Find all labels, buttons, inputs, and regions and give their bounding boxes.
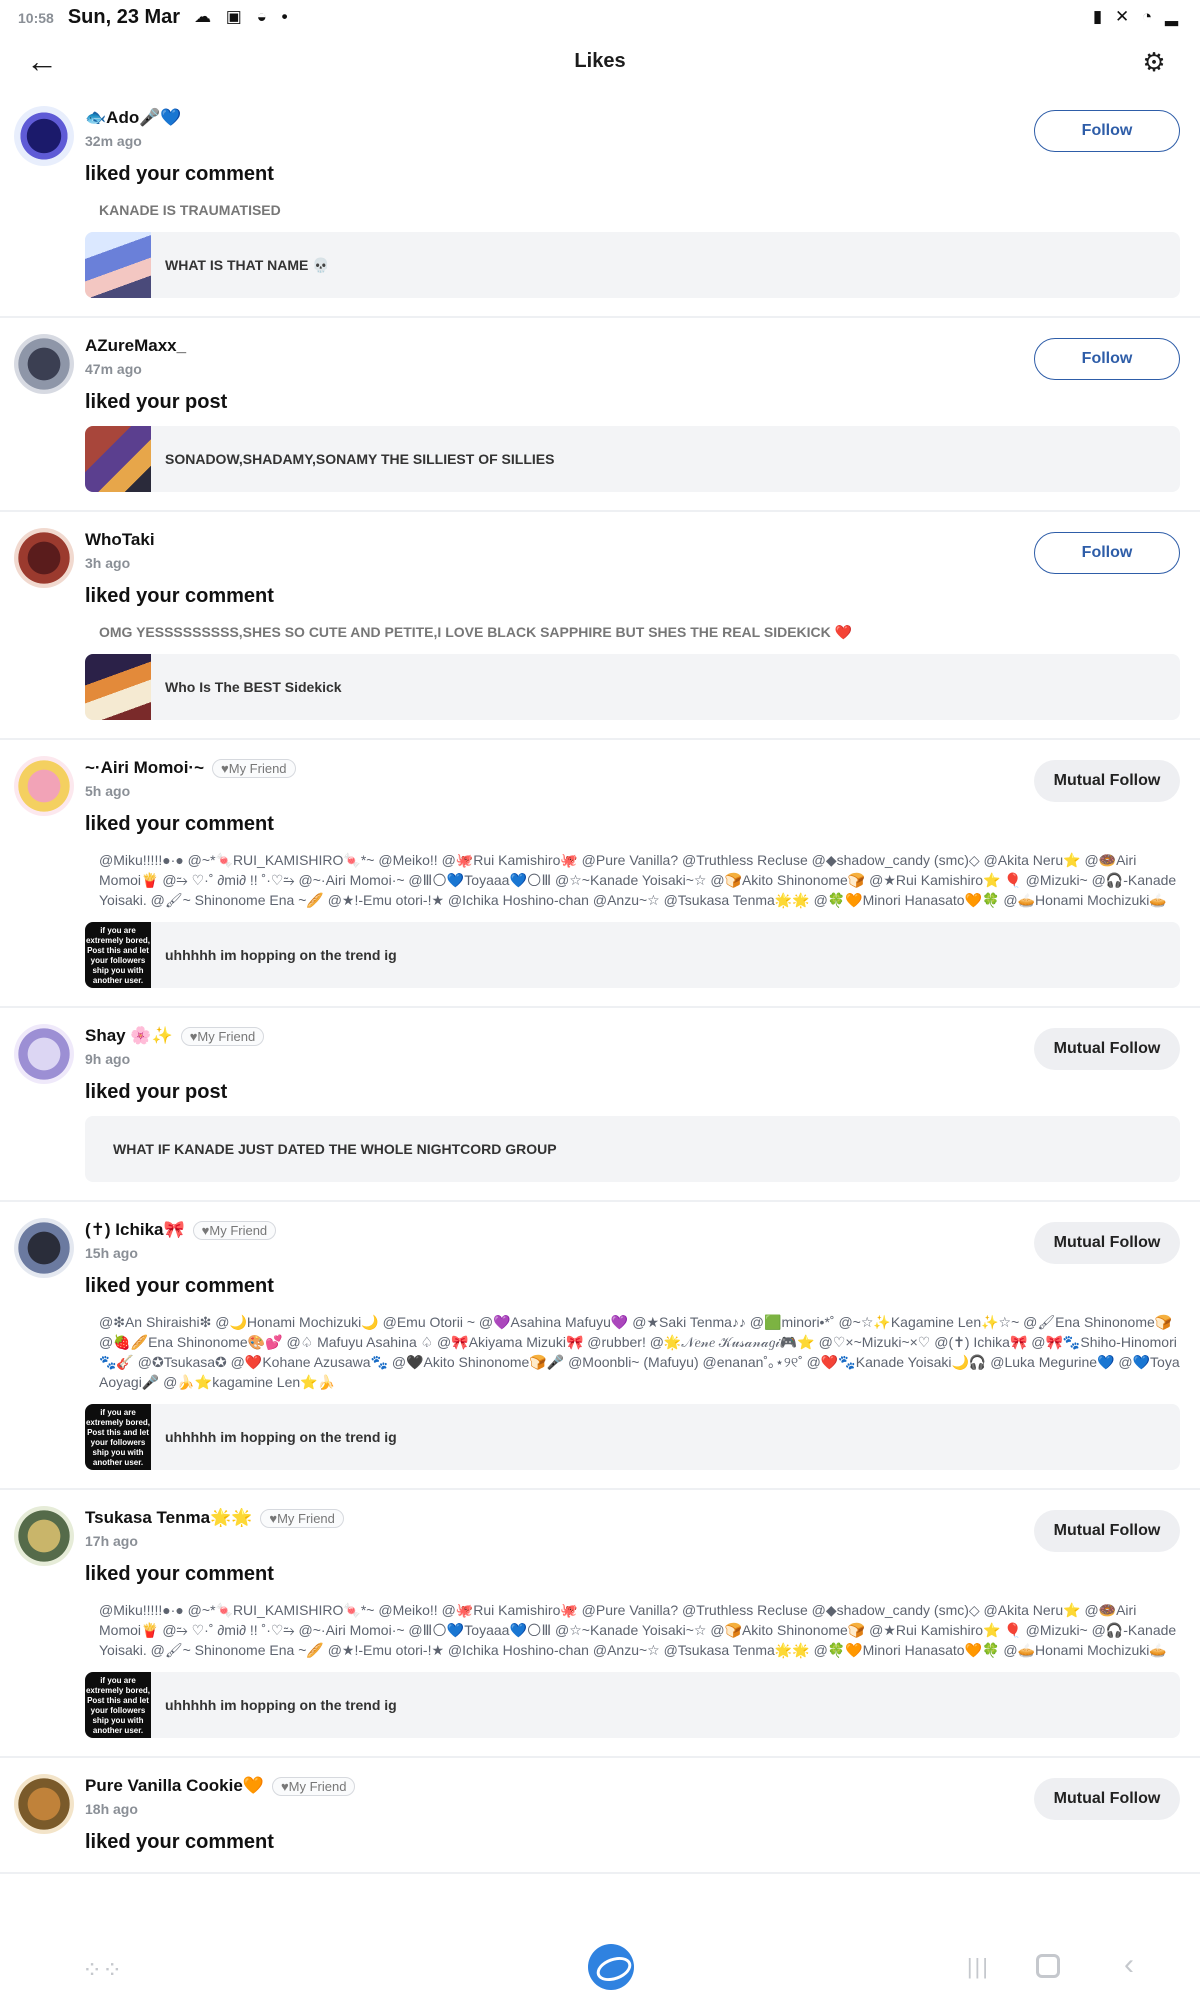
user-name[interactable]: ~·Airi Momoi·~ (85, 758, 204, 778)
post-thumbnail (85, 426, 151, 492)
system-navigation-bar: ⁘⁘ ||| ‹ (0, 1938, 1200, 2000)
timestamp: 17h ago (85, 1533, 138, 1549)
post-title: Who Is The BEST Sidekick (165, 679, 342, 695)
friend-badge: ♥My Friend (212, 758, 296, 778)
post-title: WHAT IS THAT NAME 💀 (165, 256, 330, 273)
mutual-follow-button[interactable]: Mutual Follow (1034, 1028, 1180, 1070)
post-preview[interactable]: if you are extremely bored, Post this an… (85, 1404, 1180, 1470)
avatar[interactable] (14, 756, 74, 816)
like-item[interactable]: WhoTaki 3h ago liked your comment OMG YE… (0, 512, 1200, 740)
like-item[interactable]: Shay 🌸✨ ♥My Friend 9h ago liked your pos… (0, 1008, 1200, 1202)
user-name[interactable]: AZureMaxx_ (85, 336, 186, 356)
avatar[interactable] (14, 1774, 74, 1834)
mutual-follow-button[interactable]: Mutual Follow (1034, 1510, 1180, 1552)
home-icon[interactable] (1036, 1954, 1060, 1978)
browser-app-icon[interactable] (588, 1944, 634, 1990)
user-name[interactable]: Shay 🌸✨ (85, 1026, 173, 1046)
avatar[interactable] (14, 106, 74, 166)
user-name[interactable]: WhoTaki (85, 530, 155, 550)
user-name[interactable]: (✝) Ichika🎀 (85, 1220, 185, 1240)
apps-grid-icon[interactable]: ⁘⁘ (82, 1956, 122, 1985)
page-title: Likes (574, 49, 626, 72)
like-item[interactable]: ~·Airi Momoi·~ ♥My Friend 5h ago liked y… (0, 740, 1200, 1008)
avatar[interactable] (14, 1506, 74, 1566)
follow-button[interactable]: Follow (1034, 110, 1180, 152)
avatar[interactable] (14, 528, 74, 588)
follow-button[interactable]: Follow (1034, 338, 1180, 380)
timestamp: 3h ago (85, 555, 131, 571)
app-header: ← Likes ⚙ (0, 34, 1200, 88)
comment-text: KANADE IS TRAUMATISED (99, 202, 281, 218)
like-item[interactable]: Pure Vanilla Cookie🧡 ♥My Friend 18h ago … (0, 1758, 1200, 1874)
post-thumbnail: if you are extremely bored, Post this an… (85, 922, 151, 988)
activity-text: liked your comment (85, 1275, 274, 1297)
nav-back-icon[interactable]: ‹ (1124, 1948, 1134, 1982)
timestamp: 15h ago (85, 1245, 138, 1261)
comment-text: @❇An Shiraishi❇ @🌙Honami Mochizuki🌙 @Emu… (99, 1314, 1180, 1390)
mutual-follow-button[interactable]: Mutual Follow (1034, 760, 1180, 802)
avatar[interactable] (14, 334, 74, 394)
mutual-follow-button[interactable]: Mutual Follow (1034, 1778, 1180, 1820)
timestamp: 32m ago (85, 133, 142, 149)
post-preview[interactable]: if you are extremely bored, Post this an… (85, 1672, 1180, 1738)
activity-text: liked your comment (85, 813, 274, 835)
activity-text: liked your post (85, 1081, 228, 1103)
post-preview[interactable]: WHAT IF KANADE JUST DATED THE WHOLE NIGH… (85, 1116, 1180, 1182)
friend-badge: ♥My Friend (271, 1776, 356, 1796)
activity-text: liked your post (85, 391, 228, 413)
timestamp: 9h ago (85, 1051, 131, 1067)
settings-icon[interactable]: ⚙ (1138, 46, 1170, 78)
post-title: SONADOW,SHADAMY,SONAMY THE SILLIEST OF S… (165, 451, 555, 467)
post-preview[interactable]: WHAT IS THAT NAME 💀 (85, 232, 1180, 298)
status-time: 10:58 (18, 9, 54, 26)
post-title: uhhhhh im hopping on the trend ig (165, 947, 397, 963)
avatar[interactable] (14, 1218, 74, 1278)
mutual-follow-button[interactable]: Mutual Follow (1034, 1222, 1180, 1264)
user-name[interactable]: Pure Vanilla Cookie🧡 (85, 1776, 264, 1796)
likes-list[interactable]: 🐟Ado🎤💙 32m ago liked your comment KANADE… (0, 90, 1200, 1935)
system-status-icons: ▮ ✕ ◔ ▂ (1092, 7, 1182, 26)
status-date: Sun, 23 Mar (67, 5, 181, 28)
friend-badge: ♥My Friend (192, 1220, 277, 1240)
post-preview[interactable]: Who Is The BEST Sidekick (85, 654, 1180, 720)
post-title: uhhhhh im hopping on the trend ig (165, 1697, 397, 1713)
activity-text: liked your comment (85, 1831, 274, 1853)
comment-text: @Miku!!!!!●·● @~*🍬RUI_KAMISHIRO🍬*~ @Meik… (99, 1602, 1177, 1658)
like-item[interactable]: Tsukasa Tenma🌟🌟 ♥My Friend 17h ago liked… (0, 1490, 1200, 1758)
like-item[interactable]: (✝) Ichika🎀 ♥My Friend 15h ago liked you… (0, 1202, 1200, 1490)
timestamp: 18h ago (85, 1801, 138, 1817)
comment-text: @Miku!!!!!●·● @~*🍬RUI_KAMISHIRO🍬*~ @Meik… (99, 852, 1177, 908)
timestamp: 5h ago (85, 783, 131, 799)
like-item[interactable]: AZureMaxx_ 47m ago liked your post SONAD… (0, 318, 1200, 512)
follow-button[interactable]: Follow (1034, 532, 1180, 574)
post-preview[interactable]: SONADOW,SHADAMY,SONAMY THE SILLIEST OF S… (85, 426, 1180, 492)
recents-icon[interactable]: ||| (967, 1954, 990, 1980)
user-name[interactable]: Tsukasa Tenma🌟🌟 (85, 1508, 252, 1528)
post-title: uhhhhh im hopping on the trend ig (165, 1429, 397, 1445)
post-title: WHAT IF KANADE JUST DATED THE WHOLE NIGH… (113, 1141, 557, 1157)
activity-text: liked your comment (85, 1563, 274, 1585)
friend-badge: ♥My Friend (180, 1026, 265, 1046)
activity-text: liked your comment (85, 163, 274, 185)
user-name[interactable]: 🐟Ado🎤💙 (85, 108, 182, 128)
activity-text: liked your comment (85, 585, 274, 607)
comment-text: OMG YESSSSSSSSS,SHES SO CUTE AND PETITE,… (99, 624, 853, 640)
status-bar: 10:58 Sun, 23 Mar ☁ ▣ ◒ • ▮ ✕ ◔ ▂ (0, 0, 1200, 34)
back-arrow-icon[interactable]: ← (26, 44, 60, 78)
timestamp: 47m ago (85, 361, 142, 377)
like-item[interactable]: 🐟Ado🎤💙 32m ago liked your comment KANADE… (0, 90, 1200, 318)
post-thumbnail (85, 654, 151, 720)
friend-badge: ♥My Friend (260, 1508, 344, 1528)
post-thumbnail (85, 232, 151, 298)
notification-icons: ☁ ▣ ◒ • (194, 7, 293, 26)
post-thumbnail: if you are extremely bored, Post this an… (85, 1672, 151, 1738)
avatar[interactable] (14, 1024, 74, 1084)
post-thumbnail: if you are extremely bored, Post this an… (85, 1404, 151, 1470)
post-preview[interactable]: if you are extremely bored, Post this an… (85, 922, 1180, 988)
